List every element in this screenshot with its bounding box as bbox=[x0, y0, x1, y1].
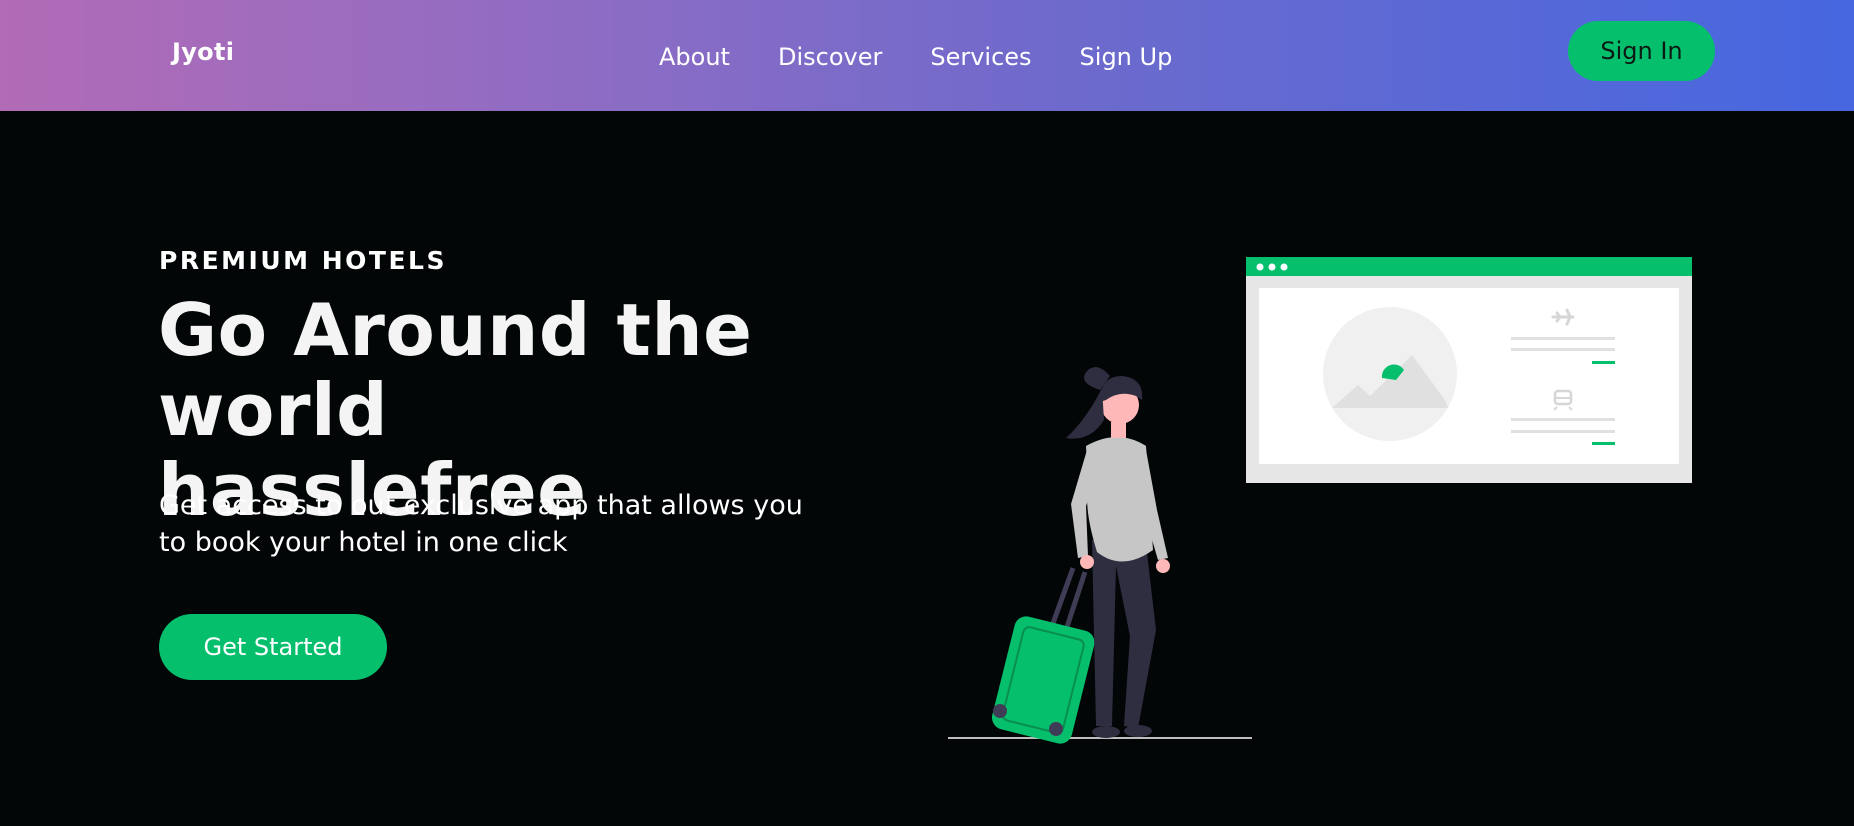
subtext-line-1: Get access to out exclusive app that all… bbox=[159, 490, 803, 521]
logo[interactable]: Jyoti bbox=[172, 38, 234, 66]
suitcase-graphic bbox=[991, 567, 1095, 744]
hero-eyebrow: PREMIUM HOTELS bbox=[159, 246, 447, 275]
nav-link-discover[interactable]: Discover bbox=[778, 40, 882, 74]
headline-line-1: Go Around the bbox=[158, 288, 753, 372]
nav-link-sign-up[interactable]: Sign Up bbox=[1080, 40, 1173, 74]
nav-link-about[interactable]: About bbox=[659, 40, 730, 74]
travel-illustration bbox=[948, 257, 1692, 744]
mountain-image-icon bbox=[1323, 307, 1457, 441]
hero-subtext: Get access to out exclusive app that all… bbox=[159, 487, 819, 561]
browser-window-graphic bbox=[1246, 257, 1692, 483]
nav-link-services[interactable]: Services bbox=[930, 40, 1031, 74]
hero-illustration bbox=[940, 250, 1700, 750]
subtext-line-2: to book your hotel in one click bbox=[159, 527, 568, 558]
navbar: Jyoti About Discover Services Sign Up Si… bbox=[0, 0, 1854, 111]
sign-in-button[interactable]: Sign In bbox=[1568, 21, 1715, 81]
nav-menu: About Discover Services Sign Up bbox=[659, 40, 1172, 74]
get-started-button[interactable]: Get Started bbox=[159, 614, 387, 680]
